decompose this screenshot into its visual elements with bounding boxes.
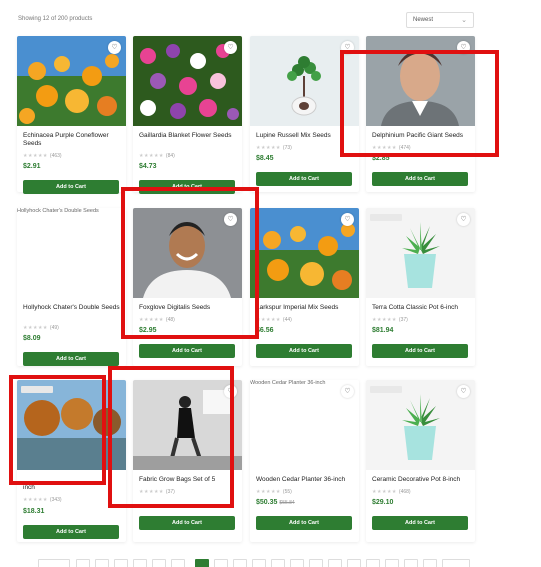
- page-button-current[interactable]: [195, 559, 209, 567]
- sale-badge: [370, 386, 402, 393]
- product-price: $8.45: [256, 155, 274, 162]
- rating-stars: ★★★★★ (44): [256, 317, 292, 323]
- add-to-cart-button[interactable]: Add to Cart: [372, 516, 468, 530]
- highlight-box: [108, 366, 234, 508]
- page-button[interactable]: [152, 559, 166, 567]
- rating-stars: ★★★★★ (55): [256, 489, 292, 495]
- product-price: $81.94: [372, 327, 394, 334]
- page-button[interactable]: [404, 559, 418, 567]
- page-button[interactable]: [290, 559, 304, 567]
- page-prev[interactable]: [38, 559, 70, 567]
- product-price: $50.35 $55.84: [256, 499, 295, 506]
- product-name[interactable]: Larkspur Imperial Mix Seeds: [256, 304, 356, 312]
- page-button[interactable]: [214, 559, 228, 567]
- add-to-cart-button[interactable]: Add to Cart: [139, 344, 235, 358]
- product-card[interactable]: ♡ Terra Cotta Classic Pot 6-inch ★★★★★ (3…: [366, 208, 475, 366]
- original-price: $55.84: [279, 500, 295, 506]
- product-card[interactable]: ♡ Ceramic Decorative Pot 8-inch ★★★★★ (46…: [366, 380, 475, 542]
- product-card[interactable]: ♡ Larkspur Imperial Mix Seeds ★★★★★ (44) …: [250, 208, 359, 366]
- product-name[interactable]: Wooden Cedar Planter 36-inch: [256, 476, 356, 484]
- highlight-box: [9, 375, 106, 485]
- rating-stars: ★★★★★ (84): [139, 153, 175, 159]
- add-to-cart-button[interactable]: Add to Cart: [372, 172, 468, 186]
- add-to-cart-button[interactable]: Add to Cart: [23, 180, 119, 194]
- image-alt-text: Wooden Cedar Planter 36-inch: [250, 380, 326, 386]
- page-button[interactable]: [233, 559, 247, 567]
- page-button[interactable]: [114, 559, 128, 567]
- product-name[interactable]: Terra Cotta Classic Pot 6-inch: [372, 304, 472, 312]
- image-alt-text: Hollyhock Chater's Double Seeds: [17, 208, 99, 214]
- heart-icon[interactable]: ♡: [341, 385, 354, 398]
- heart-icon[interactable]: ♡: [457, 385, 470, 398]
- page-button[interactable]: [95, 559, 109, 567]
- page-button[interactable]: [328, 559, 342, 567]
- toolbar: Showing 12 of 200 products: [18, 12, 473, 28]
- rating-stars: ★★★★★ (73): [256, 145, 292, 151]
- rating-stars: ★★★★★ (343): [23, 497, 62, 503]
- product-name[interactable]: Gaillardia Blanket Flower Seeds: [139, 132, 239, 140]
- page-button[interactable]: [252, 559, 266, 567]
- heart-icon[interactable]: ♡: [224, 41, 237, 54]
- rating-stars: ★★★★★ (37): [372, 317, 408, 323]
- add-to-cart-button[interactable]: Add to Cart: [139, 516, 235, 530]
- product-name[interactable]: Hollyhock Chater's Double Seeds: [23, 304, 123, 312]
- product-card[interactable]: Wooden Cedar Planter 36-inch ♡ Wooden Ce…: [250, 380, 359, 542]
- heart-icon[interactable]: ♡: [108, 41, 121, 54]
- add-to-cart-button[interactable]: Add to Cart: [372, 344, 468, 358]
- highlight-box: [340, 50, 499, 157]
- result-count: Showing 12 of 200 products: [18, 16, 93, 22]
- page-button[interactable]: [133, 559, 147, 567]
- sort-value: Newest: [413, 17, 434, 23]
- chevron-down-icon: ⌄: [461, 17, 467, 24]
- product-card[interactable]: ♡ Gaillardia Blanket Flower Seeds ★★★★★(…: [133, 36, 242, 194]
- heart-icon[interactable]: ♡: [341, 213, 354, 226]
- page-button[interactable]: [309, 559, 323, 567]
- page-button[interactable]: [423, 559, 437, 567]
- rating-stars: ★★★★★ (468): [372, 489, 411, 495]
- product-price: $2.91: [23, 163, 41, 170]
- product-card[interactable]: ♡ Echinacea Purple Coneflower Seeds ★★★★…: [17, 36, 126, 194]
- sort-select[interactable]: Newest ⌄: [406, 12, 474, 28]
- add-to-cart-button[interactable]: Add to Cart: [23, 352, 119, 366]
- product-price: $18.31: [23, 508, 45, 515]
- product-name[interactable]: Echinacea Purple Coneflower Seeds: [23, 132, 123, 148]
- page-next[interactable]: [442, 559, 470, 567]
- product-price: $4.73: [139, 163, 157, 170]
- page-button[interactable]: [366, 559, 380, 567]
- product-name[interactable]: Ceramic Decorative Pot 8-inch: [372, 476, 472, 484]
- sale-badge: [370, 214, 402, 221]
- page-button[interactable]: [76, 559, 90, 567]
- product-card[interactable]: Hollyhock Chater's Double Seeds Hollyhoc…: [17, 208, 126, 366]
- highlight-box: [121, 187, 259, 339]
- rating-stars: ★★★★★ (463): [23, 153, 62, 159]
- add-to-cart-button[interactable]: Add to Cart: [23, 525, 119, 539]
- product-price: $29.10: [372, 499, 394, 506]
- page-button[interactable]: [271, 559, 285, 567]
- heart-icon[interactable]: ♡: [457, 213, 470, 226]
- add-to-cart-button[interactable]: Add to Cart: [256, 172, 352, 186]
- add-to-cart-button[interactable]: Add to Cart: [256, 516, 352, 530]
- product-image[interactable]: Hollyhock Chater's Double Seeds: [17, 208, 126, 298]
- add-to-cart-button[interactable]: Add to Cart: [256, 344, 352, 358]
- page-button[interactable]: [171, 559, 185, 567]
- rating-stars: ★★★★★ (49): [23, 325, 59, 331]
- page-button[interactable]: [347, 559, 361, 567]
- product-price: $8.09: [23, 335, 41, 342]
- page-button[interactable]: [385, 559, 399, 567]
